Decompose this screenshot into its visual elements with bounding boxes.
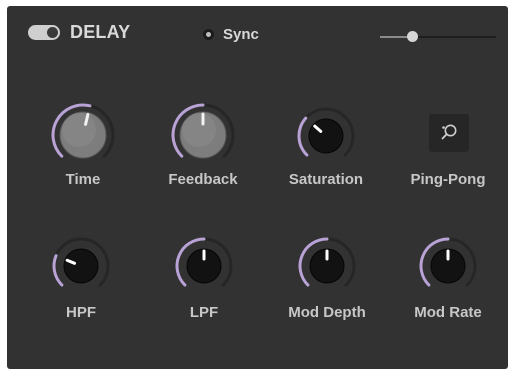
sync-radio[interactable]: Sync [203, 26, 259, 43]
feedback-knob-highlight [182, 113, 216, 147]
hpf-knob[interactable] [50, 235, 112, 297]
ping-pong-paddle-icon [441, 124, 457, 140]
power-toggle-knob [47, 27, 58, 38]
lpf-label: LPF [189, 304, 219, 321]
power-toggle[interactable] [28, 25, 60, 40]
saturation-knob[interactable] [295, 105, 357, 167]
time-knob-highlight [62, 113, 96, 147]
mod-depth-label: Mod Depth [288, 304, 366, 321]
time-label: Time [65, 171, 101, 188]
saturation-knob-value-arc [297, 116, 309, 157]
sync-label: Sync [223, 26, 259, 43]
lpf-knob[interactable] [173, 235, 235, 297]
hpf-knob-value-arc [52, 254, 64, 287]
mod-rate-knob[interactable] [417, 235, 479, 297]
saturation-knob-body [308, 118, 344, 154]
sync-radio-dot [203, 29, 214, 40]
ping-pong-button[interactable] [429, 114, 469, 152]
hpf-knob-body [63, 248, 99, 284]
feedback-knob[interactable] [169, 101, 237, 169]
mix-slider-handle[interactable] [406, 31, 418, 42]
module-title: DELAY [70, 22, 131, 42]
time-knob[interactable] [49, 101, 117, 169]
hpf-label: HPF [66, 304, 96, 321]
mod-rate-label: Mod Rate [414, 304, 482, 321]
mod-depth-knob[interactable] [296, 235, 358, 297]
feedback-label: Feedback [168, 171, 238, 188]
ping-pong-label: Ping-Pong [410, 171, 486, 188]
saturation-label: Saturation [288, 171, 364, 188]
